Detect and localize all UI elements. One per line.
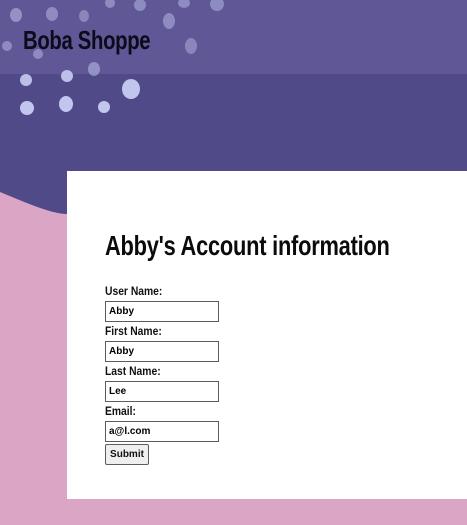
site-logo-title[interactable]: Boba Shoppe: [23, 24, 151, 56]
boba-pearl: [59, 96, 73, 112]
boba-pearl: [10, 8, 22, 22]
boba-pearl: [79, 10, 89, 22]
boba-pearl: [163, 13, 175, 29]
last-name-field[interactable]: [105, 381, 219, 402]
boba-pearl: [20, 101, 34, 115]
submit-button[interactable]: Submit: [105, 444, 149, 465]
last-name-label: Last Name:: [105, 364, 161, 378]
boba-pearl: [46, 7, 58, 21]
email-field[interactable]: [105, 421, 219, 442]
boba-pearl: [88, 62, 100, 76]
boba-pearl: [122, 79, 140, 99]
account-form: User Name: First Name: Last Name: Email:…: [105, 284, 405, 465]
first-name-label: First Name:: [105, 324, 162, 338]
first-name-field[interactable]: [105, 341, 219, 362]
account-card: Abby's Account information User Name: Fi…: [67, 171, 467, 499]
boba-pearl: [98, 101, 110, 113]
boba-pearl: [2, 41, 12, 51]
email-label: Email:: [105, 404, 136, 418]
page-title: Abby's Account information: [105, 230, 390, 261]
username-field[interactable]: [105, 301, 219, 322]
boba-pearl: [20, 74, 32, 86]
boba-pearl: [61, 70, 73, 82]
username-label: User Name:: [105, 284, 163, 298]
boba-pearl: [185, 38, 197, 54]
